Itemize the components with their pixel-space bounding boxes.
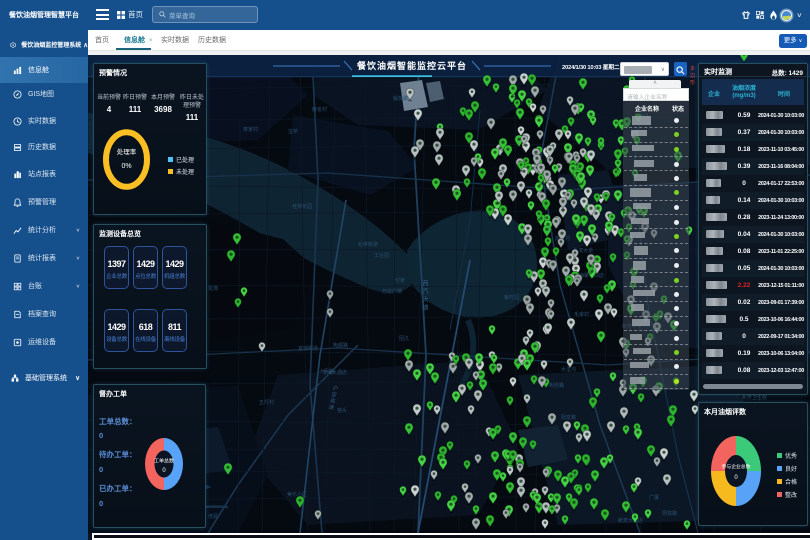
svg-text:毛家村: 毛家村 [574,311,589,318]
svg-text:桂林花园: 桂林花园 [292,203,312,210]
svg-text:水渣沟: 水渣沟 [561,366,576,373]
svg-text:蒋家村: 蒋家村 [243,126,258,133]
svg-text:陶都路: 陶都路 [333,342,348,349]
svg-text:2024/1/30 10:03 星期二: 2024/1/30 10:03 星期二 [562,63,620,71]
svg-text:屺亭街道: 屺亭街道 [358,241,378,248]
svg-text:广厦: 广厦 [649,494,659,501]
svg-text:巷头: 巷头 [337,407,347,414]
svg-text:宜城街道: 宜城街道 [298,345,318,352]
svg-text:龙潭: 龙潭 [208,285,218,292]
svg-text:新芳大酒店: 新芳大酒店 [618,517,643,524]
svg-text:周铁路: 周铁路 [662,510,677,517]
svg-text:宝桥: 宝桥 [288,128,298,135]
svg-text:工业园: 工业园 [374,252,389,259]
svg-text:五圩村: 五圩村 [259,399,274,406]
svg-text:竹海大酒店: 竹海大酒店 [322,369,347,376]
svg-text:0%: 0% [121,163,131,170]
svg-text:美乐小区: 美乐小区 [287,491,307,498]
svg-text:处理率: 处理率 [117,147,137,156]
svg-text:培源: 培源 [208,513,218,520]
svg-text:解放路: 解放路 [393,95,408,102]
svg-text:餐饮油烟智能监控云平台: 餐饮油烟智能监控云平台 [356,60,467,71]
svg-text:紫竹园: 紫竹园 [504,294,519,301]
svg-text:西汽大道: 西汽大道 [421,280,428,312]
svg-text:团氿: 团氿 [399,335,409,342]
svg-text:付家: 付家 [395,277,405,284]
svg-text:参与企业总数: 参与企业总数 [722,463,751,470]
svg-text:新芳卫生院: 新芳卫生院 [742,394,767,401]
svg-text:荆邑路: 荆邑路 [549,382,564,389]
svg-text:万达广场: 万达广场 [382,288,402,295]
svg-text:工单总数: 工单总数 [154,458,174,465]
svg-text:阳泉路: 阳泉路 [561,414,576,421]
svg-text:麻雀村: 麻雀村 [312,106,327,113]
